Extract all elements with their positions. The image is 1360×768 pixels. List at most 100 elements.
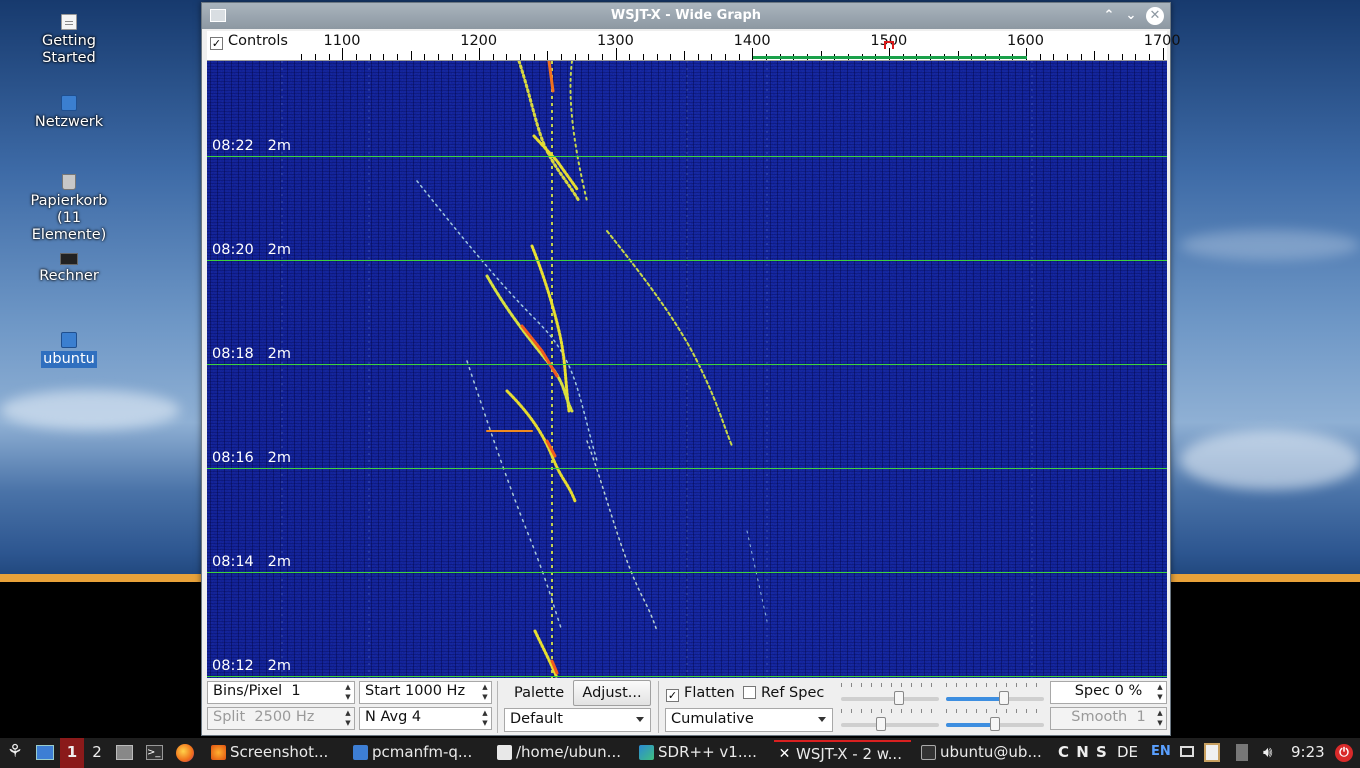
frequency-label: 1100 <box>323 33 361 49</box>
spec-label: Spec <box>1074 683 1111 699</box>
task-pcmanfm[interactable]: pcmanfm-q... <box>350 740 482 766</box>
zero-slider-top[interactable] <box>946 683 1044 707</box>
frequency-tick <box>656 54 658 60</box>
frequency-tick <box>369 54 371 60</box>
palette-select[interactable]: Default <box>504 708 651 732</box>
mode-value: Cumulative <box>671 711 754 727</box>
keyboard-layout[interactable]: DE <box>1117 738 1138 768</box>
task-label: /home/ubun... <box>516 743 621 761</box>
task-terminal[interactable]: ubuntu@ub... <box>918 740 1050 766</box>
task-label: SDR++ v1.... <box>658 743 757 761</box>
desktop-icon-label: Netzwerk <box>34 114 104 130</box>
split-label: Split <box>213 709 246 725</box>
frequency-tick <box>670 54 672 60</box>
spin-arrows-icon[interactable]: ▲ ▼ <box>1154 682 1166 703</box>
spin-arrows-icon: ▲ ▼ <box>345 709 351 727</box>
volume-icon[interactable]: 🔊︎ <box>1263 738 1272 768</box>
task-sdrpp[interactable]: SDR++ v1.... <box>636 740 768 766</box>
frequency-tick <box>547 51 549 60</box>
flatten-label: Flatten <box>684 685 735 701</box>
spin-arrows-icon[interactable]: ▲ ▼ <box>479 682 491 703</box>
controls-checkbox[interactable]: ✓ <box>210 37 223 50</box>
frequency-tick <box>383 54 385 60</box>
ref-spec-toggle[interactable]: Ref Spec <box>743 685 824 701</box>
smooth-value: 1 <box>1136 709 1146 725</box>
n-avg-spinbox[interactable]: N Avg 4 ▲ ▼ <box>359 707 492 730</box>
frequency-tick <box>315 54 316 60</box>
gain-slider-top[interactable] <box>841 683 939 707</box>
divider <box>658 681 659 733</box>
desktop-icon-getting-started[interactable]: Getting Started <box>20 14 118 67</box>
frequency-scale[interactable]: ✓ Controls 1100 1200 1300 1400 1500 1600 1700 <box>207 31 1181 61</box>
clock[interactable]: 9:23 <box>1291 738 1325 768</box>
terminal-launcher-icon[interactable]: >_ <box>146 738 164 768</box>
waterfall-display[interactable]: 08:22 2m 08:20 2m 08:18 2m 08:16 2m 08:14 2m… <box>207 61 1167 678</box>
gain-slider-bottom[interactable] <box>841 709 939 733</box>
task-label: pcmanfm-q... <box>372 743 473 761</box>
input-language[interactable]: EN <box>1151 738 1171 768</box>
desktop-icon-computer[interactable]: Rechner <box>20 253 118 285</box>
frequency-tick <box>397 54 399 60</box>
workspace-2[interactable]: 2 <box>85 738 109 768</box>
desktop-icon-home[interactable]: ubuntu <box>20 332 118 368</box>
zero-slider-bottom[interactable] <box>946 709 1044 733</box>
frequency-tick <box>629 54 631 60</box>
document-icon <box>61 14 77 30</box>
minimize-icon[interactable]: ⌄ <box>1122 7 1140 25</box>
desktop-icon-trash[interactable]: Papierkorb (11 Elemente) <box>20 174 118 244</box>
spectrum-mode-select[interactable]: Cumulative <box>665 708 833 732</box>
clipboard-tray-icon[interactable] <box>1204 738 1222 768</box>
task-wsjtx[interactable]: ✕ WSJT-X - 2 w... <box>774 740 911 766</box>
workspace-1[interactable]: 1 <box>60 738 84 768</box>
start-menu-icon[interactable]: ⚘ <box>4 738 26 768</box>
start-frequency-spinbox[interactable]: Start 1000 Hz ▲ ▼ <box>359 681 492 704</box>
smooth-spinbox: Smooth 1 ▲ ▼ <box>1050 707 1167 730</box>
time-marker-label: 08:12 2m <box>212 658 291 674</box>
controls-toggle[interactable]: ✓ Controls <box>210 33 290 50</box>
time-marker-label: 08:14 2m <box>212 554 291 570</box>
bins-per-pixel-spinbox[interactable]: Bins/Pixel 1 ▲ ▼ <box>207 681 355 704</box>
cloud-decoration <box>1180 430 1360 490</box>
ref-spec-checkbox[interactable] <box>743 686 756 699</box>
network-tray-icon[interactable] <box>1180 738 1196 768</box>
flatten-checkbox[interactable]: ✓ <box>666 689 679 702</box>
slider-handle[interactable] <box>990 717 1000 731</box>
spec-percent-spinbox[interactable]: Spec 0 % ▲ ▼ <box>1050 681 1167 704</box>
usb-tray-icon[interactable] <box>1236 738 1250 768</box>
close-icon[interactable]: ✕ <box>1146 7 1164 25</box>
task-screenshot[interactable]: Screenshot... <box>208 740 340 766</box>
slider-fill <box>946 697 1005 701</box>
slider-handle[interactable] <box>998 691 1009 705</box>
desktop-icon-label: Papierkorb (11 Elemente) <box>30 193 108 243</box>
spec-value: 0 % <box>1114 683 1143 699</box>
adjust-palette-button[interactable]: Adjust... <box>573 680 651 706</box>
slider-ticks <box>841 709 939 713</box>
task-home-folder[interactable]: /home/ubun... <box>494 740 626 766</box>
divider <box>497 681 498 733</box>
bins-value: 1 <box>291 683 301 699</box>
flatten-toggle[interactable]: ✓ Flatten <box>666 685 735 702</box>
spin-arrows-icon[interactable]: ▲ ▼ <box>342 682 354 703</box>
firefox-launcher-icon[interactable] <box>176 738 196 768</box>
file-manager-launcher-icon[interactable] <box>116 738 134 768</box>
slider-handle[interactable] <box>876 717 887 731</box>
network-folder-icon <box>61 95 77 111</box>
window-titlebar[interactable]: WSJT-X - Wide Graph ⌃ ⌄ ✕ <box>202 3 1170 29</box>
frequency-tick <box>1121 54 1123 60</box>
show-desktop-icon[interactable] <box>36 738 56 768</box>
frequency-label: 1400 <box>733 33 771 49</box>
cloud-decoration <box>0 390 180 430</box>
keep-above-icon[interactable]: ⌃ <box>1100 7 1118 25</box>
frequency-label: 1300 <box>596 33 634 49</box>
desktop-icon-label: ubuntu <box>41 351 97 368</box>
wide-graph-window: WSJT-X - Wide Graph ⌃ ⌄ ✕ ✓ Controls 1100… <box>201 2 1181 736</box>
slider-handle[interactable] <box>893 691 904 705</box>
frequency-tick <box>424 54 426 60</box>
frequency-label: 1600 <box>1007 33 1044 49</box>
frequency-tick <box>1066 54 1068 60</box>
frequency-tick <box>1107 54 1109 60</box>
desktop-icon-network[interactable]: Netzwerk <box>20 95 118 131</box>
spin-arrows-icon[interactable]: ▲ ▼ <box>479 708 491 729</box>
frequency-tick <box>410 51 412 60</box>
power-icon[interactable]: ⏻ <box>1335 738 1353 768</box>
